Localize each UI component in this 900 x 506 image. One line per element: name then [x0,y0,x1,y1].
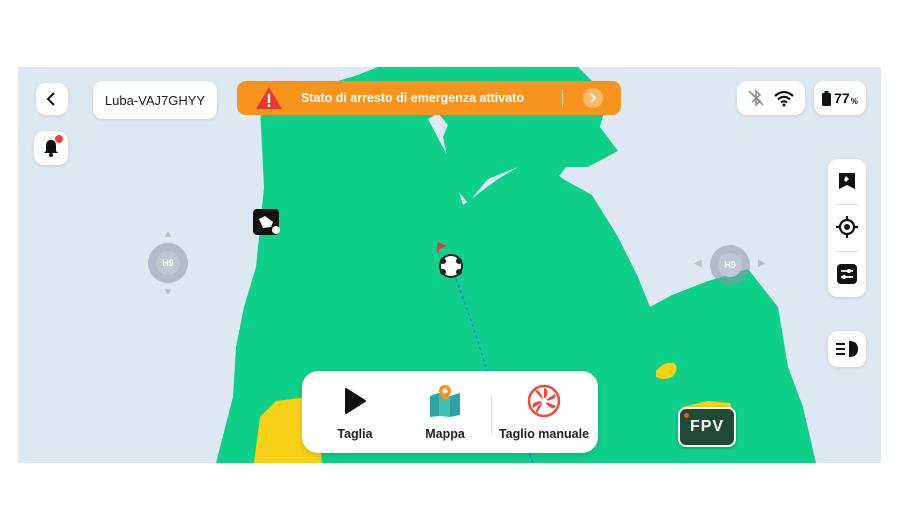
chevron-right-icon: ▶ [758,258,766,269]
joystick-knob[interactable]: H9 [148,243,188,283]
app-screen: Luba-VAJ7GHYY Stato di arresto di emerge… [18,67,881,463]
divider [836,204,858,205]
chevron-right-icon[interactable] [583,88,603,108]
alert-divider [562,89,563,107]
notification-badge [55,135,63,143]
left-joystick[interactable]: H9 ▲ ▼ [148,229,188,298]
manual-mow-button[interactable]: Taglio manuale [494,371,594,453]
chevron-down-icon: ▼ [163,287,173,298]
headlight-icon [836,341,858,357]
fpv-label: FPV [689,418,725,435]
battery-icon [822,90,832,106]
map-icon [427,383,463,419]
headlight-button[interactable] [828,331,866,367]
emergency-stop-banner[interactable]: Stato di arresto di emergenza attivato [237,81,621,115]
bottom-action-bar: Taglia Mappa Taglio manuale [302,371,598,453]
device-name[interactable]: Luba-VAJ7GHYY [93,81,217,119]
play-icon [337,383,373,419]
notifications-button[interactable] [34,131,68,165]
fpv-button[interactable]: FPV [678,407,736,447]
locate-icon[interactable] [835,215,859,239]
mow-label: Taglia [337,427,373,441]
mow-button[interactable]: Taglia [320,371,390,453]
chevron-up-icon: ▲ [163,229,173,240]
battery-level: 77 [834,90,850,106]
map-tools-panel [828,159,866,297]
map-label: Mappa [425,427,465,441]
bluetooth-off-icon [748,89,764,107]
divider [491,395,492,435]
manual-mow-label: Taglio manuale [498,427,590,441]
right-joystick[interactable]: H9 ◀ ▶ [694,245,766,285]
map-pin-icon[interactable] [835,169,859,193]
sliders-icon[interactable] [835,262,859,286]
divider [836,251,858,252]
mower-icon[interactable] [438,253,464,279]
back-button[interactable] [36,83,68,115]
alert-text: Stato di arresto di emergenza attivato [301,91,524,105]
map-button[interactable]: Mappa [410,371,480,453]
battery-status: 77 % [814,81,866,115]
wifi-icon [774,90,794,107]
fan-blade-icon [526,383,562,419]
obstacle-icon[interactable] [252,208,282,238]
connection-status[interactable] [737,81,805,115]
recording-dot [684,413,689,418]
battery-unit: % [850,96,858,106]
back-icon [46,92,55,106]
joystick-label: H9 [156,251,180,275]
joystick-label: H9 [718,253,742,277]
warning-icon [256,87,282,109]
joystick-knob[interactable]: H9 [710,245,750,285]
chevron-left-icon: ◀ [694,258,702,269]
